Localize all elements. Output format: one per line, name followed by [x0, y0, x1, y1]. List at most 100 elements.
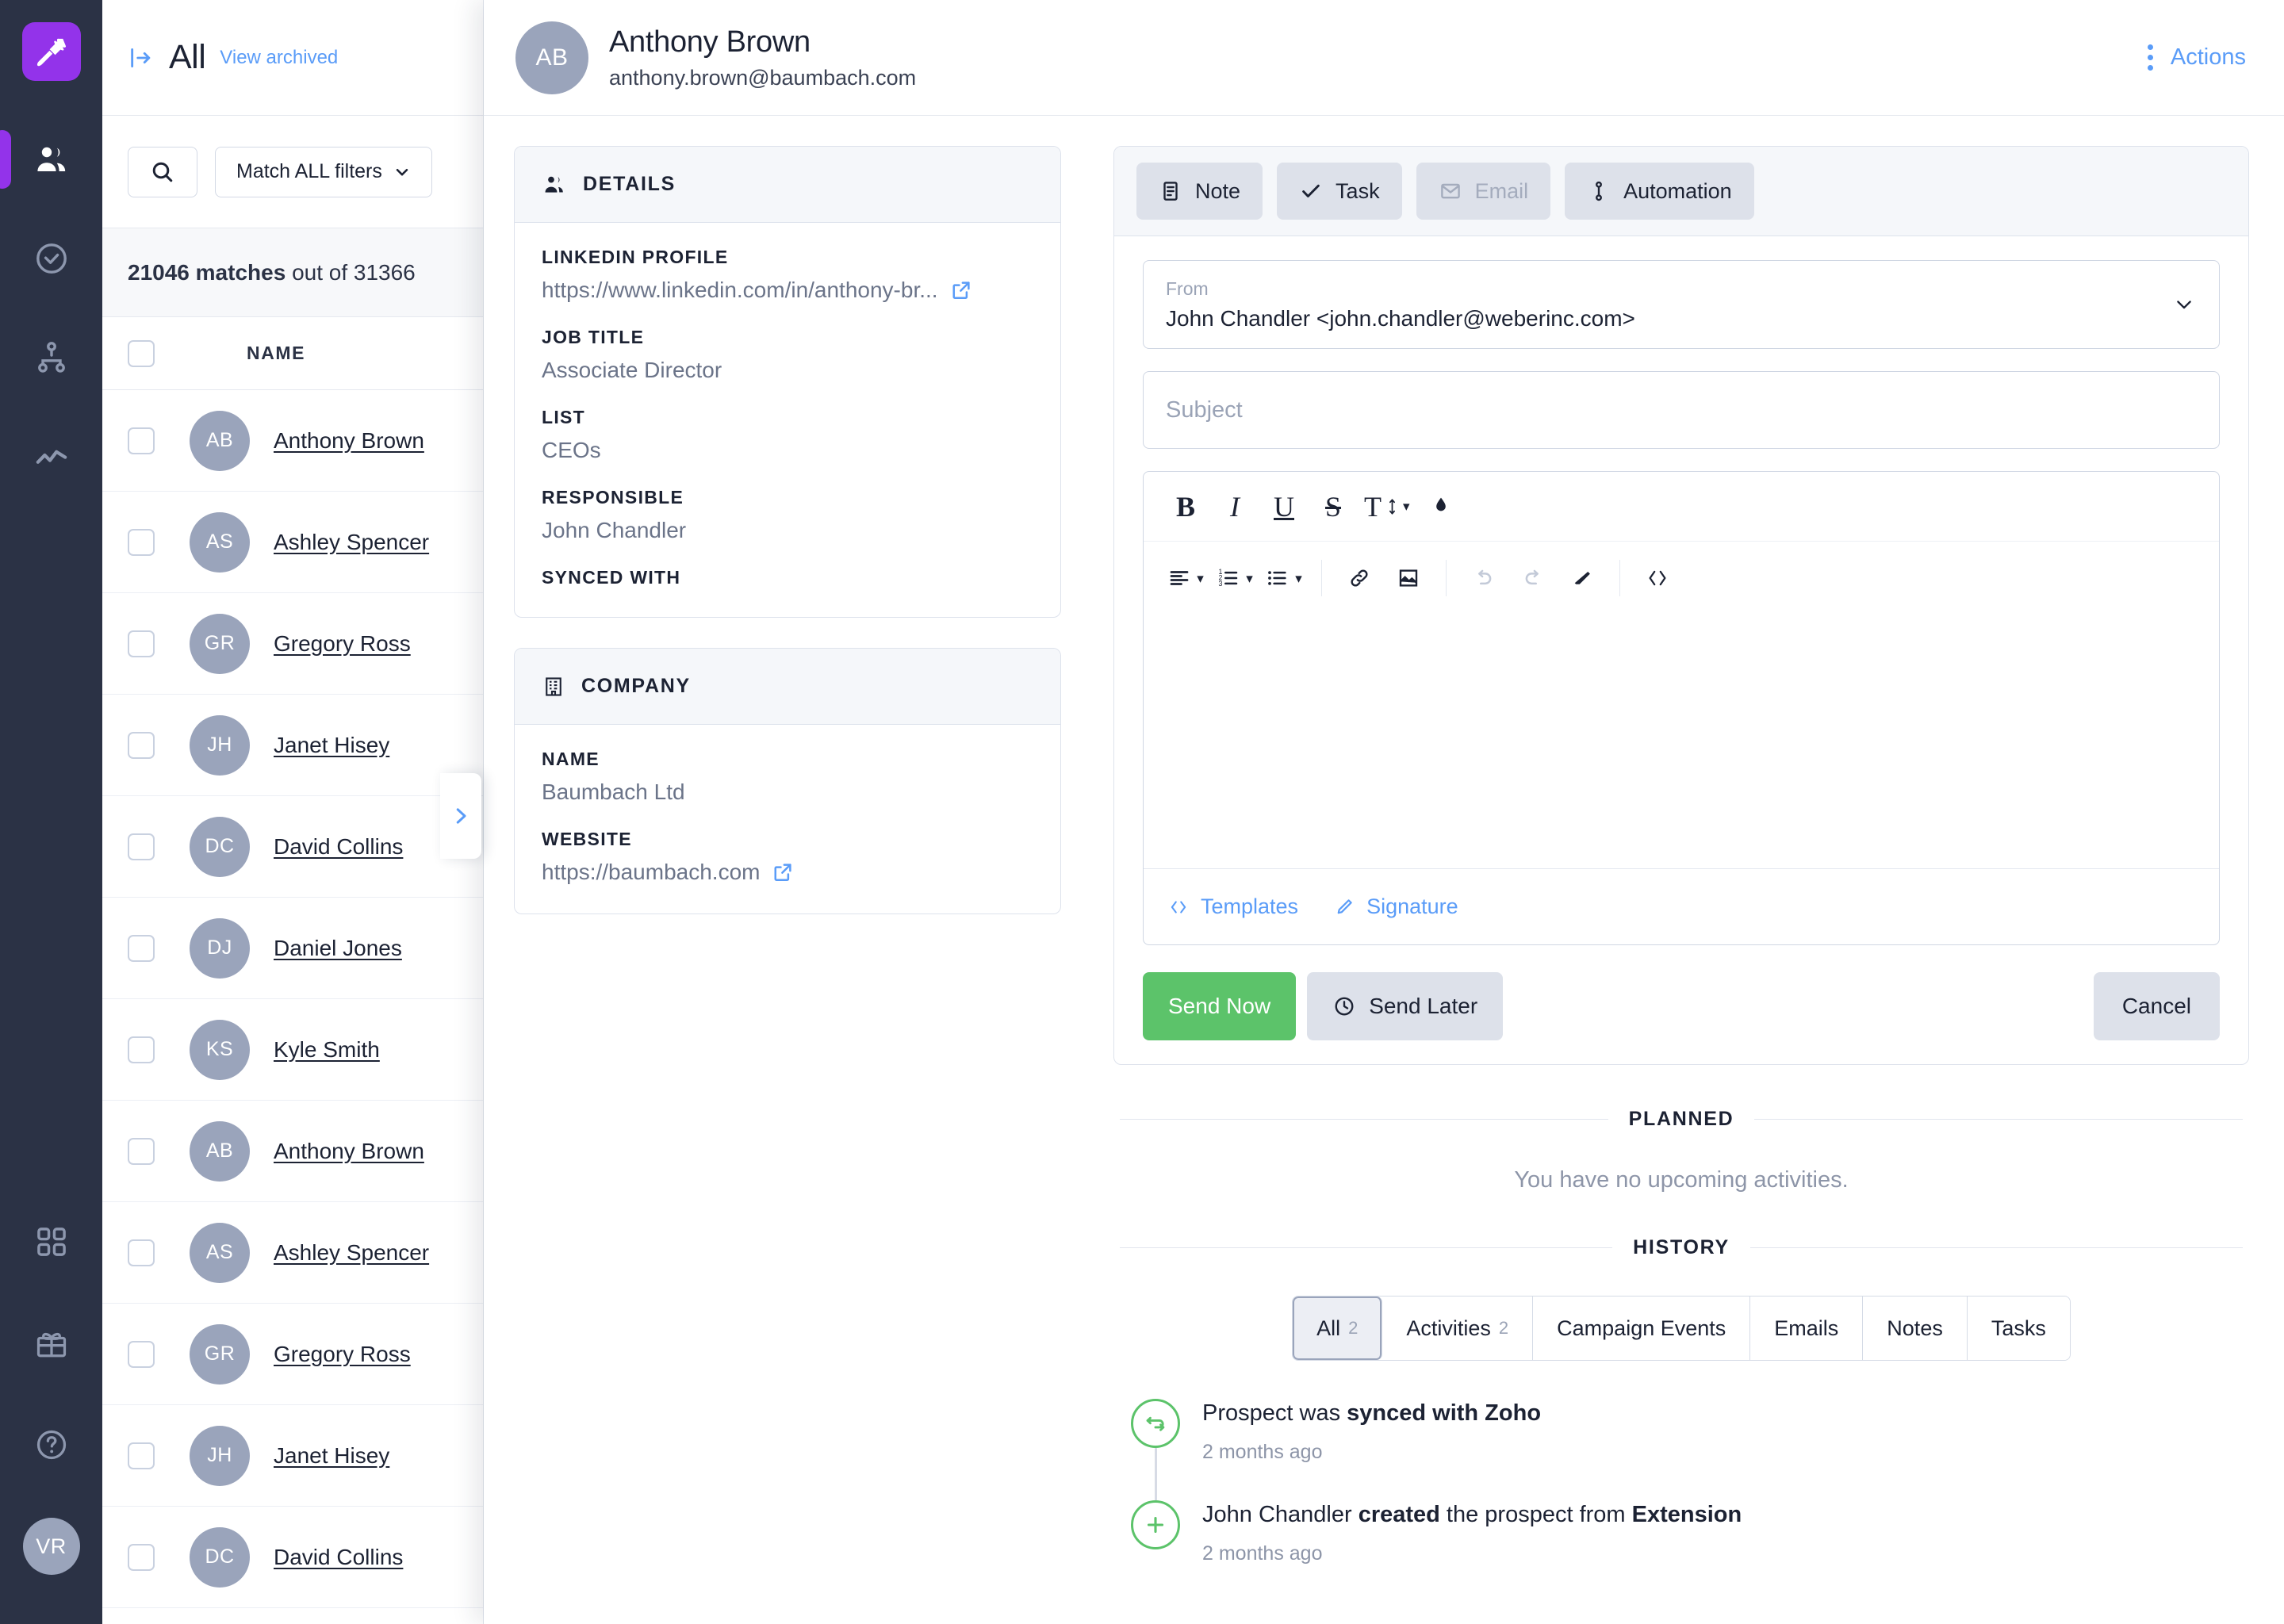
send-now-button[interactable]: Send Now: [1143, 972, 1297, 1040]
undo-icon[interactable]: [1459, 553, 1508, 603]
external-link-icon[interactable]: [949, 278, 973, 302]
prospect-name-link[interactable]: David Collins: [274, 834, 403, 860]
user-avatar-button[interactable]: VR: [0, 1496, 102, 1597]
prospect-name-link[interactable]: Anthony Brown: [274, 1139, 424, 1164]
ordered-list-icon[interactable]: 1 2 3 ▾: [1210, 553, 1259, 603]
external-link-icon[interactable]: [771, 860, 795, 884]
list-item[interactable]: JH Janet Hisey: [102, 1405, 483, 1507]
prospect-name-link[interactable]: David Collins: [274, 1545, 403, 1570]
timeline-content: John Chandler created the prospect from …: [1202, 1500, 1742, 1565]
row-checkbox[interactable]: [128, 1340, 155, 1368]
kebab-menu-icon[interactable]: [2143, 38, 2158, 77]
prospect-name-link[interactable]: Janet Hisey: [274, 733, 389, 758]
sidebar-item-apps[interactable]: [0, 1191, 102, 1293]
expand-list-handle[interactable]: [440, 773, 481, 859]
list-item[interactable]: DC David Collins: [102, 1507, 483, 1608]
row-checkbox[interactable]: [128, 1239, 155, 1266]
text-color-icon[interactable]: [1416, 482, 1466, 531]
select-all-checkbox[interactable]: [128, 339, 155, 367]
list-item[interactable]: AB Anthony Brown: [102, 390, 483, 492]
from-dropdown-toggle[interactable]: [2173, 293, 2195, 316]
sidebar-item-help[interactable]: [0, 1394, 102, 1496]
prospect-name-link[interactable]: Ashley Spencer: [274, 1240, 429, 1266]
list-item[interactable]: GR Gregory Ross: [102, 593, 483, 695]
list-item[interactable]: DC David Collins: [102, 796, 483, 898]
cancel-button[interactable]: Cancel: [2093, 972, 2220, 1040]
actions-button[interactable]: Actions: [2171, 44, 2246, 71]
app-root: VR All View archived Match ALL filters 2…: [0, 0, 2284, 1624]
font-size-icon[interactable]: T ▾: [1358, 482, 1416, 531]
link-icon[interactable]: [1335, 553, 1384, 603]
tab-notes[interactable]: Notes: [1863, 1297, 1968, 1360]
history-timeline: Prospect was synced with Zoho 2 months ag…: [1113, 1399, 2249, 1565]
match-filters-dropdown[interactable]: Match ALL filters: [215, 146, 432, 197]
sidebar-item-tasks[interactable]: [0, 209, 102, 308]
clear-format-icon[interactable]: [1558, 553, 1607, 603]
image-icon[interactable]: [1384, 553, 1433, 603]
tab-tasks[interactable]: Tasks: [1967, 1297, 2070, 1360]
row-checkbox[interactable]: [128, 1036, 155, 1063]
search-button[interactable]: [128, 146, 197, 197]
matches-total: out of 31366: [292, 259, 416, 285]
prospect-name-link[interactable]: Gregory Ross: [274, 1342, 411, 1367]
tab-campaign-events[interactable]: Campaign Events: [1533, 1297, 1751, 1360]
composer-tab-task[interactable]: Task: [1277, 163, 1402, 220]
list-item[interactable]: AB Anthony Brown: [102, 1101, 483, 1202]
prospect-name-link[interactable]: Ashley Spencer: [274, 530, 429, 555]
view-archived-link[interactable]: View archived: [220, 47, 338, 69]
email-body-input[interactable]: [1144, 615, 2219, 868]
row-checkbox[interactable]: [128, 1442, 155, 1469]
sidebar-item-campaigns[interactable]: [0, 308, 102, 407]
align-left-icon[interactable]: ▾: [1161, 553, 1210, 603]
prospect-name-link[interactable]: Kyle Smith: [274, 1037, 380, 1063]
redo-icon[interactable]: [1508, 553, 1558, 603]
composer-tab-note[interactable]: Note: [1136, 163, 1263, 220]
list-item[interactable]: KS Kyle Smith: [102, 999, 483, 1101]
bold-icon[interactable]: B: [1161, 482, 1210, 531]
row-checkbox[interactable]: [128, 1137, 155, 1165]
composer-tab-automation[interactable]: Automation: [1565, 163, 1754, 220]
prospect-name-link[interactable]: Anthony Brown: [274, 428, 424, 454]
sidebar-item-analytics[interactable]: [0, 407, 102, 506]
row-checkbox[interactable]: [128, 528, 155, 556]
strikethrough-icon[interactable]: S: [1309, 482, 1358, 531]
row-checkbox[interactable]: [128, 934, 155, 962]
composer-actions: Send Now Send Later Cancel: [1143, 972, 2220, 1040]
italic-icon[interactable]: I: [1210, 482, 1259, 531]
templates-button[interactable]: Templates: [1167, 894, 1298, 919]
row-checkbox[interactable]: [128, 731, 155, 759]
composer-type-tabs: Note Task Email Automation: [1114, 147, 2248, 236]
row-checkbox[interactable]: [128, 630, 155, 657]
subject-input[interactable]: Subject: [1143, 371, 2220, 449]
code-icon[interactable]: [1633, 553, 1682, 603]
underline-icon[interactable]: U: [1259, 482, 1309, 531]
list-item[interactable]: JH Janet Hisey: [102, 695, 483, 796]
prospect-name-link[interactable]: Janet Hisey: [274, 1443, 389, 1469]
field-value[interactable]: https://baumbach.com: [542, 860, 1033, 885]
sitemap-icon: [37, 341, 65, 373]
row-checkbox[interactable]: [128, 427, 155, 454]
prospect-name-link[interactable]: Gregory Ross: [274, 631, 411, 657]
signature-button[interactable]: Signature: [1333, 894, 1458, 919]
list-item[interactable]: DJ Daniel Jones: [102, 898, 483, 999]
row-checkbox[interactable]: [128, 1543, 155, 1571]
eraser-icon: [1574, 572, 1590, 584]
app-logo[interactable]: [21, 22, 81, 81]
tab-emails[interactable]: Emails: [1750, 1297, 1864, 1360]
sidebar-item-prospects[interactable]: [0, 109, 102, 209]
sidebar-item-rewards[interactable]: [0, 1293, 102, 1394]
clock-icon: [1335, 997, 1354, 1016]
list-item[interactable]: AS Ashley Spencer: [102, 1202, 483, 1304]
list-item[interactable]: GR Gregory Ross: [102, 1304, 483, 1405]
row-checkbox[interactable]: [128, 833, 155, 860]
prospect-name-link[interactable]: Daniel Jones: [274, 936, 402, 961]
tab-activities[interactable]: Activities 2: [1382, 1297, 1534, 1360]
bullet-list-icon[interactable]: ▾: [1259, 553, 1309, 603]
collapse-panel-icon[interactable]: [128, 44, 155, 71]
note-icon: [1163, 182, 1178, 201]
send-later-button[interactable]: Send Later: [1307, 972, 1504, 1040]
field-value[interactable]: https://www.linkedin.com/in/anthony-br..…: [542, 278, 1033, 303]
tab-all[interactable]: All 2: [1293, 1297, 1383, 1360]
list-item[interactable]: AS Ashley Spencer: [102, 492, 483, 593]
from-field[interactable]: From John Chandler <john.chandler@weberi…: [1143, 260, 2220, 349]
